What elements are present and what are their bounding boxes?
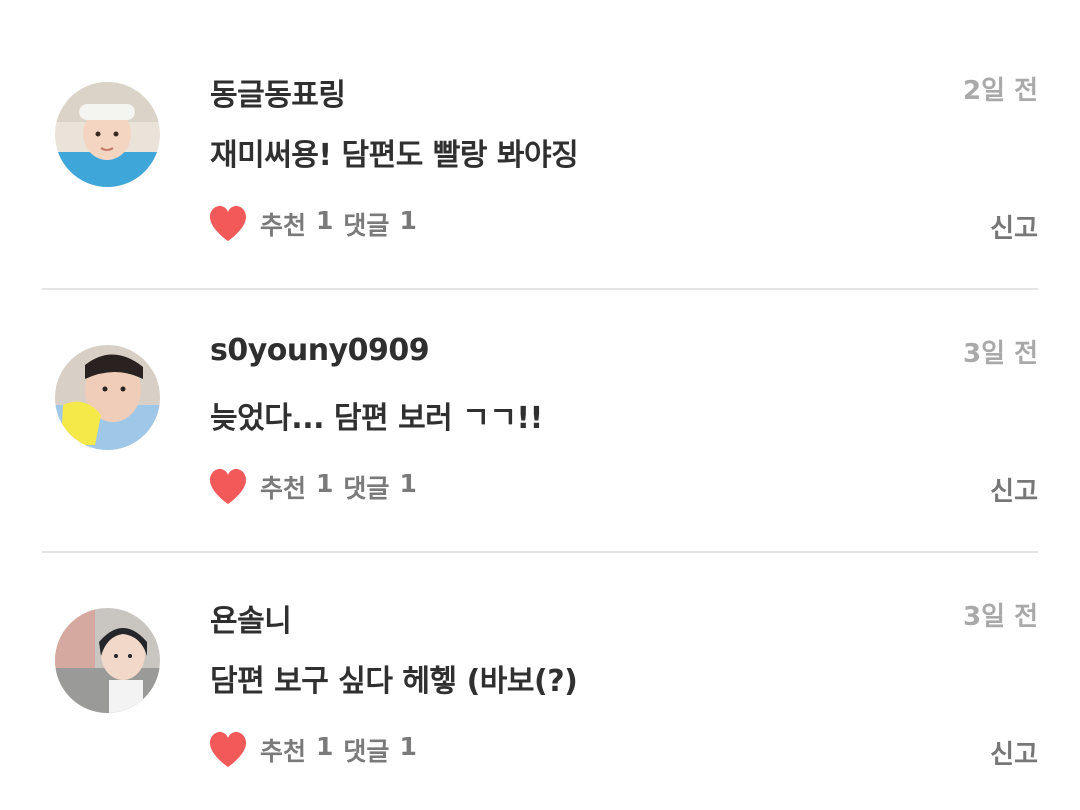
reply-count[interactable]: 1 <box>399 206 416 242</box>
comment-username[interactable]: 동글동표링 <box>210 70 346 114</box>
heart-icon[interactable] <box>208 205 248 243</box>
avatar-image <box>55 608 160 713</box>
comment-actions: 추천 1 댓글 1 <box>208 204 417 244</box>
like-label: 추천 <box>260 211 307 240</box>
report-button[interactable]: 신고 <box>990 208 1038 245</box>
like-count: 1 <box>316 469 334 498</box>
comment-item: s0youny0909 3일 전 늦었다... 담편 보러 ㄱㄱ!! 추천 1 … <box>0 263 1080 526</box>
comment-stats: 추천 1 댓글 1 <box>260 732 417 768</box>
avatar[interactable] <box>55 82 160 187</box>
comment-text: 담편 보구 싶다 헤헿 (바보(?) <box>210 664 578 699</box>
comment-stats: 추천 1 댓글 1 <box>260 469 417 505</box>
report-button[interactable]: 신고 <box>990 471 1038 508</box>
avatar[interactable] <box>55 345 160 450</box>
comment-timestamp: 2일 전 <box>963 76 1038 106</box>
comment-stats: 추천 1 댓글 1 <box>260 206 417 242</box>
report-button[interactable]: 신고 <box>990 734 1038 771</box>
reply-label[interactable]: 댓글 <box>343 732 389 768</box>
comment-text: 재미써용! 담편도 빨랑 봐야징 <box>210 138 579 173</box>
comment-username[interactable]: s0youny0909 <box>210 333 430 368</box>
like-count: 1 <box>316 206 334 235</box>
heart-icon[interactable] <box>208 468 248 506</box>
avatar[interactable] <box>55 608 160 713</box>
like-count: 1 <box>316 732 334 761</box>
heart-icon[interactable] <box>208 731 248 769</box>
comment-username[interactable]: 욘솔니 <box>210 596 292 640</box>
avatar-image <box>55 82 160 187</box>
reply-count[interactable]: 1 <box>399 469 416 505</box>
like-label: 추천 <box>260 474 307 503</box>
avatar-image <box>55 345 160 450</box>
reply-count[interactable]: 1 <box>399 732 416 768</box>
comment-timestamp: 3일 전 <box>963 339 1038 369</box>
comment-list: 동글동표링 2일 전 재미써용! 담편도 빨랑 봐야징 추천 1 댓글 1 신고 <box>0 0 1080 810</box>
reply-label[interactable]: 댓글 <box>343 206 389 242</box>
comment-text: 늦었다... 담편 보러 ㄱㄱ!! <box>210 401 543 436</box>
comment-item: 동글동표링 2일 전 재미써용! 담편도 빨랑 봐야징 추천 1 댓글 1 신고 <box>0 0 1080 263</box>
comment-actions: 추천 1 댓글 1 <box>208 467 417 507</box>
reply-label[interactable]: 댓글 <box>343 469 389 505</box>
like-label: 추천 <box>260 737 307 766</box>
comment-actions: 추천 1 댓글 1 <box>208 730 417 770</box>
comment-item: 욘솔니 3일 전 담편 보구 싶다 헤헿 (바보(?) 추천 1 댓글 1 신고 <box>0 526 1080 789</box>
comment-timestamp: 3일 전 <box>963 602 1038 632</box>
